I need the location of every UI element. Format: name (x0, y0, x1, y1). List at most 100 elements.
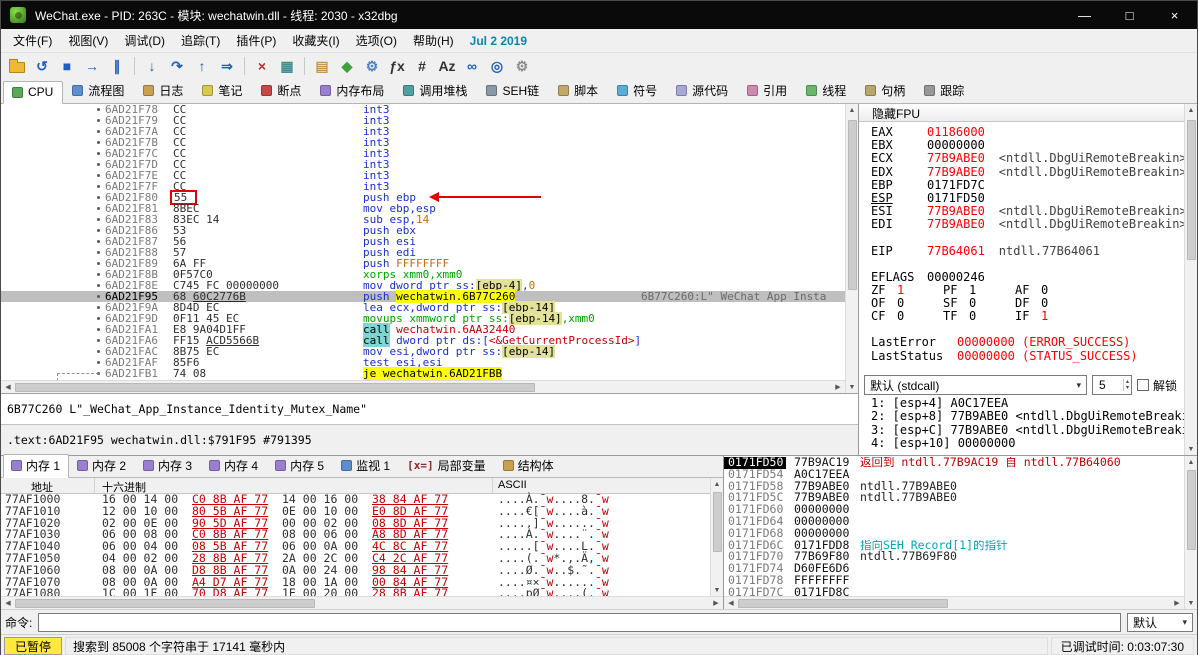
register-row[interactable]: EDI 77B9ABE0 <ntdll.DbgUiRemoteBreakin> (871, 218, 1184, 231)
argument-row[interactable]: 4: [esp+10] 00000000 (871, 436, 1184, 450)
scroll-arrow-icon[interactable]: ◀ (1, 381, 15, 393)
scroll-thumb[interactable] (847, 120, 857, 290)
tab-dump-5[interactable]: 内存 5 (267, 454, 333, 478)
tab-notes[interactable]: 笔记 (193, 78, 252, 104)
stack-row[interactable]: 0171FD74 D60FE6D6 (724, 562, 1184, 575)
tab-graph[interactable]: 流程图 (63, 78, 134, 104)
execute-till-return-button[interactable]: ↑ (190, 54, 214, 77)
vertical-scrollbar[interactable]: ▲ ▼ (710, 478, 723, 596)
tab-trace[interactable]: 跟踪 (915, 78, 974, 104)
menu-item[interactable]: 收藏夹(I) (284, 29, 347, 52)
tab-struct[interactable]: 结构体 (495, 454, 563, 478)
exceptions-button[interactable]: ◆ (335, 54, 359, 77)
scroll-arrow-icon[interactable]: ▲ (1185, 104, 1197, 116)
close-button[interactable]: × (1152, 1, 1197, 29)
calling-convention-select[interactable]: 默认 (stdcall) ▾ (864, 375, 1087, 395)
column-header-hex[interactable]: 十六进制 (95, 478, 493, 494)
stack-row[interactable]: 0171FD58 77B9ABE0 ntdll.77B9ABE0 (724, 480, 1184, 493)
tab-dump-4[interactable]: 内存 4 (201, 454, 267, 478)
menu-item[interactable]: 插件(P) (228, 29, 284, 52)
horizontal-scrollbar[interactable]: ◀ ▶ (1, 596, 723, 609)
scroll-thumb[interactable] (1186, 470, 1196, 550)
horizontal-scrollbar[interactable]: ◀ ▶ (1, 380, 845, 393)
tab-references[interactable]: 引用 (738, 78, 797, 104)
scroll-thumb[interactable] (712, 492, 722, 552)
tab-breakpoints[interactable]: 断点 (252, 78, 311, 104)
tab-dump-3[interactable]: 内存 3 (135, 454, 201, 478)
command-input[interactable] (38, 612, 1121, 632)
hide-fpu-button[interactable]: 隐藏FPU (859, 104, 1184, 122)
search-button[interactable]: ◎ (485, 54, 509, 77)
maximize-button[interactable]: □ (1107, 1, 1152, 29)
scroll-arrow-icon[interactable]: ▲ (846, 104, 858, 116)
calculator-button[interactable]: # (410, 54, 434, 77)
patches-button[interactable]: ▤ (310, 54, 334, 77)
scroll-arrow-icon[interactable]: ▶ (831, 381, 845, 393)
register-row[interactable]: EFLAGS 00000246 (871, 270, 1184, 284)
register-row[interactable]: EDX 77B9ABE0 <ntdll.DbgUiRemoteBreakin> (871, 165, 1184, 179)
menu-item[interactable]: 选项(O) (348, 29, 405, 52)
restart-button[interactable]: ↺ (30, 54, 54, 77)
memory-row[interactable]: 77AF1080 1C 00 1E 00 70 D8 AF 77 1E 00 20 0… (1, 587, 710, 596)
stack-row[interactable]: 0171FD78 FFFFFFFF (724, 574, 1184, 587)
argument-row[interactable]: 1: [esp+4] A0C17EEA (871, 396, 1184, 410)
tab-script[interactable]: 脚本 (549, 78, 608, 104)
disasm-row[interactable]: 6AD21FB1 74 08 je wechatwin.6AD21FBB (1, 367, 845, 380)
scroll-arrow-icon[interactable]: ▼ (1185, 443, 1197, 455)
menu-item[interactable]: 文件(F) (5, 29, 60, 52)
run-button[interactable]: → (80, 54, 104, 77)
tab-source[interactable]: 源代码 (667, 78, 738, 104)
scroll-thumb[interactable] (1186, 120, 1196, 260)
strings-button[interactable]: Az (435, 54, 459, 77)
scroll-arrow-icon[interactable]: ▶ (1170, 597, 1184, 609)
vertical-scrollbar[interactable]: ▲ ▼ (845, 104, 858, 393)
column-header-ascii[interactable]: ASCII (493, 478, 710, 493)
scroll-arrow-icon[interactable]: ▶ (709, 597, 723, 609)
register-row[interactable]: EBP 0171FD7C (871, 178, 1184, 192)
register-row[interactable]: ECX 77B9ABE0 <ntdll.DbgUiRemoteBreakin> (871, 152, 1184, 165)
tab-cpu[interactable]: CPU (3, 81, 64, 104)
register-row[interactable]: EAX 01186000 (871, 125, 1184, 139)
tab-seh[interactable]: SEH链 (477, 78, 549, 104)
scroll-thumb[interactable] (738, 598, 948, 608)
argument-row[interactable]: 3: [esp+C] 77B9ABE0 <ntdll.DbgUiRemoteBr… (871, 423, 1184, 437)
stack-row[interactable]: 0171FD60 00000000 (724, 503, 1184, 516)
stack-row[interactable]: 0171FD7C 0171FD8C (724, 586, 1184, 596)
tab-dump-2[interactable]: 内存 2 (69, 454, 135, 478)
scroll-arrow-icon[interactable]: ▼ (846, 381, 858, 393)
stop-button[interactable]: ■ (55, 54, 79, 77)
minimize-button[interactable]: — (1062, 1, 1107, 29)
memory-map-button[interactable]: ▦ (275, 54, 299, 77)
scroll-arrow-icon[interactable]: ▼ (1185, 597, 1197, 609)
tab-locals[interactable]: [x=] 局部变量 (399, 454, 495, 478)
pause-button[interactable]: ∥ (105, 54, 129, 77)
scroll-arrow-icon[interactable]: ▲ (711, 478, 723, 490)
menu-item[interactable]: 调试(D) (116, 29, 173, 52)
command-profile-select[interactable]: 默认 ▾ (1127, 612, 1193, 632)
menu-item[interactable]: 视图(V) (60, 29, 116, 52)
tab-memory-map[interactable]: 内存布局 (311, 78, 394, 104)
register-row[interactable]: LastStatus 00000000 (STATUS_SUCCESS) (871, 349, 1184, 363)
settings-button[interactable]: ⚙ (360, 54, 384, 77)
menu-item[interactable]: 帮助(H) (405, 29, 462, 52)
attach-button[interactable]: ∞ (460, 54, 484, 77)
close-process-button[interactable]: × (250, 54, 274, 77)
column-header-address[interactable]: 地址 (1, 478, 95, 494)
run-to-user-code-button[interactable]: ⇒ (215, 54, 239, 77)
argument-row[interactable]: 2: [esp+8] 77B9ABE0 <ntdll.DbgUiRemoteBr… (871, 409, 1184, 423)
flags-row[interactable]: CF 0 TF 0 IF 1 (871, 310, 1184, 323)
open-file-button[interactable] (5, 54, 29, 77)
unlock-checkbox[interactable]: 解锁 (1136, 377, 1179, 394)
tab-handles[interactable]: 句柄 (856, 78, 915, 104)
scroll-thumb[interactable] (15, 382, 535, 392)
scroll-arrow-icon[interactable]: ◀ (724, 597, 738, 609)
stack-row[interactable]: 0171FD68 00000000 (724, 527, 1184, 540)
stack-row[interactable]: 0171FD70 77B69F80 ntdll.77B69F80 (724, 551, 1184, 563)
step-over-button[interactable]: ↷ (165, 54, 189, 77)
register-row[interactable]: EIP 77B64061 ntdll.77B64061 (871, 244, 1184, 258)
stack-row[interactable]: 0171FD5C 77B9ABE0 ntdll.77B9ABE0 (724, 492, 1184, 504)
args-count-stepper[interactable]: 5 ▴ ▾ (1091, 375, 1132, 395)
tab-threads[interactable]: 线程 (797, 78, 856, 104)
horizontal-scrollbar[interactable]: ◀ ▶ (724, 596, 1184, 609)
vertical-scrollbar[interactable]: ▲ ▼ (1184, 104, 1197, 455)
